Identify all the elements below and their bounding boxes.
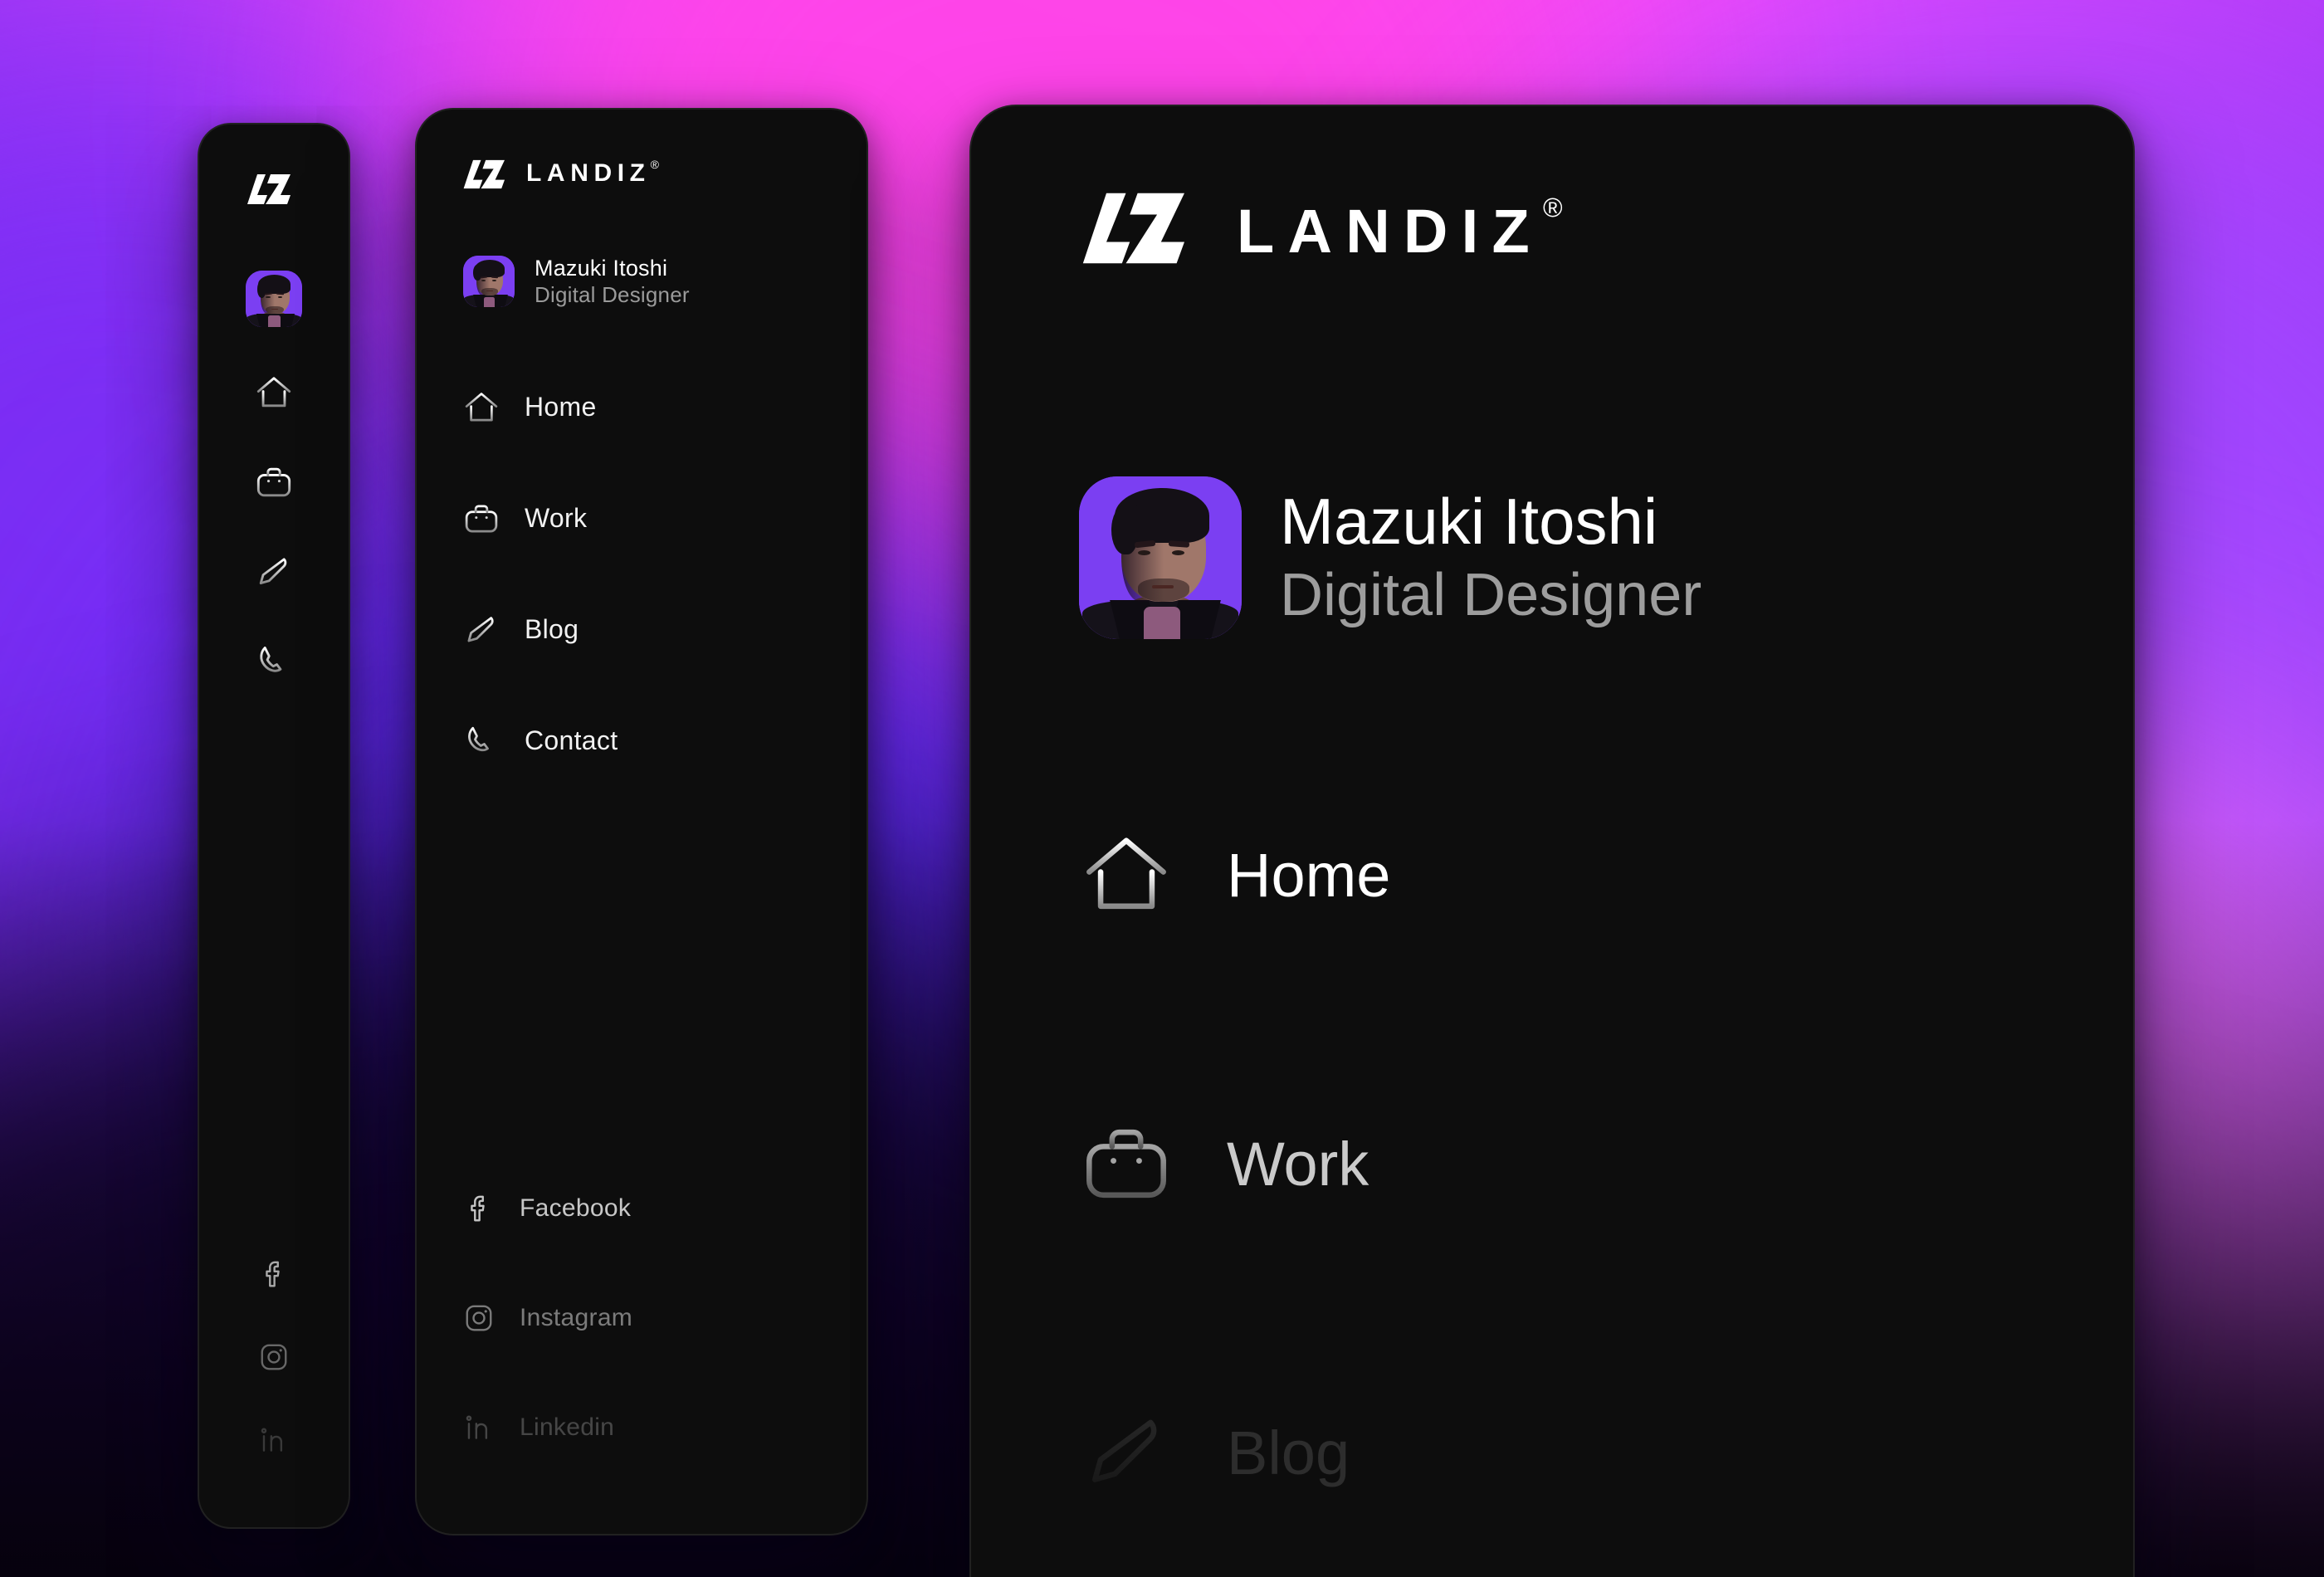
registered-mark: ® bbox=[1542, 193, 1563, 222]
briefcase-icon bbox=[1086, 1129, 1166, 1199]
social-link-facebook[interactable] bbox=[258, 1258, 290, 1290]
avatar-portrait bbox=[246, 271, 302, 327]
medium-socials: Facebook Instagram Linkedin bbox=[417, 1154, 867, 1482]
rail-logo[interactable] bbox=[247, 173, 300, 206]
social-link-linkedin[interactable]: Linkedin bbox=[417, 1373, 867, 1482]
social-link-linkedin[interactable] bbox=[258, 1424, 290, 1456]
medium-sidebar-panel: LANDIZ ® Mazuki Itoshi Digital Designer bbox=[415, 108, 868, 1536]
sidebar-item-contact[interactable]: Contact bbox=[417, 686, 867, 797]
avatar-portrait bbox=[463, 256, 515, 308]
medium-profile-text: Mazuki Itoshi Digital Designer bbox=[535, 255, 690, 309]
sidebar-item-label: Contact bbox=[525, 725, 618, 756]
profile-name: Mazuki Itoshi bbox=[1280, 484, 1658, 558]
facebook-icon bbox=[471, 1195, 485, 1222]
icon-rail-panel bbox=[198, 123, 350, 1529]
landiz-logo-mark-icon bbox=[1082, 193, 1184, 264]
medium-nav: Home Work Blog Contact bbox=[417, 352, 867, 797]
linkedin-icon bbox=[261, 1428, 283, 1452]
instagram-icon bbox=[261, 1344, 287, 1370]
large-detail-panel: LANDIZ ® Mazuki Itoshi Digital Designer bbox=[969, 105, 2135, 1577]
phone-icon bbox=[468, 726, 489, 751]
pen-icon bbox=[259, 558, 287, 589]
medium-profile[interactable]: Mazuki Itoshi Digital Designer bbox=[417, 255, 867, 309]
social-link-instagram[interactable]: Instagram bbox=[417, 1263, 867, 1373]
phone-icon bbox=[260, 647, 282, 672]
sidebar-item-blog[interactable] bbox=[255, 553, 293, 591]
sidebar-item-home[interactable]: Home bbox=[971, 730, 2133, 1019]
large-profile-text: Mazuki Itoshi Digital Designer bbox=[1280, 485, 1702, 631]
large-logo[interactable]: LANDIZ ® bbox=[971, 186, 2133, 267]
avatar bbox=[463, 256, 515, 308]
profile-name: Mazuki Itoshi bbox=[535, 256, 668, 281]
profile-role: Digital Designer bbox=[1280, 561, 1702, 628]
social-link-label: Facebook bbox=[520, 1194, 632, 1222]
avatar-portrait bbox=[1079, 476, 1242, 639]
home-icon bbox=[1086, 837, 1166, 910]
sidebar-item-work[interactable] bbox=[255, 463, 293, 501]
medium-logo-wordmark: LANDIZ bbox=[526, 159, 651, 187]
sidebar-item-label: Home bbox=[525, 392, 597, 422]
sidebar-item-home[interactable]: Home bbox=[417, 352, 867, 463]
medium-logo[interactable]: LANDIZ ® bbox=[417, 156, 867, 190]
pen-icon bbox=[1091, 1419, 1157, 1492]
linkedin-icon bbox=[466, 1415, 488, 1439]
large-logo-wordmark: LANDIZ bbox=[1237, 197, 1543, 266]
registered-mark: ® bbox=[650, 158, 659, 171]
profile-role: Digital Designer bbox=[535, 281, 690, 307]
landiz-logo-mark-icon bbox=[247, 174, 290, 204]
rail-social-icons bbox=[199, 1258, 349, 1456]
sidebar-item-home[interactable] bbox=[255, 374, 293, 412]
rail-nav-icons bbox=[255, 374, 293, 681]
sidebar-item-label: Blog bbox=[1227, 1418, 1350, 1487]
sidebar-item-label: Home bbox=[1227, 840, 1391, 910]
home-icon bbox=[465, 392, 498, 422]
social-link-label: Instagram bbox=[520, 1304, 633, 1331]
avatar bbox=[1079, 476, 1242, 639]
large-nav: Home Work Blog bbox=[971, 730, 2133, 1577]
sidebar-item-blog[interactable]: Blog bbox=[971, 1308, 2133, 1577]
instagram-icon bbox=[466, 1305, 492, 1331]
landiz-logo-mark-icon bbox=[463, 159, 505, 189]
sidebar-item-contact[interactable] bbox=[255, 642, 293, 681]
sidebar-item-work[interactable]: Work bbox=[417, 463, 867, 574]
home-icon bbox=[256, 377, 291, 408]
social-link-instagram[interactable] bbox=[258, 1341, 290, 1373]
sidebar-item-work[interactable]: Work bbox=[971, 1019, 2133, 1308]
pen-icon bbox=[467, 616, 494, 646]
briefcase-icon bbox=[256, 467, 291, 497]
briefcase-icon bbox=[465, 505, 498, 533]
sidebar-item-label: Blog bbox=[525, 614, 579, 645]
sidebar-item-label: Work bbox=[525, 503, 588, 534]
sidebar-item-label: Work bbox=[1227, 1129, 1370, 1199]
large-profile[interactable]: Mazuki Itoshi Digital Designer bbox=[971, 476, 2133, 639]
sidebar-item-blog[interactable]: Blog bbox=[417, 574, 867, 686]
rail-avatar[interactable] bbox=[246, 271, 302, 327]
social-link-facebook[interactable]: Facebook bbox=[417, 1154, 867, 1263]
social-link-label: Linkedin bbox=[520, 1413, 615, 1441]
facebook-icon bbox=[266, 1261, 280, 1287]
